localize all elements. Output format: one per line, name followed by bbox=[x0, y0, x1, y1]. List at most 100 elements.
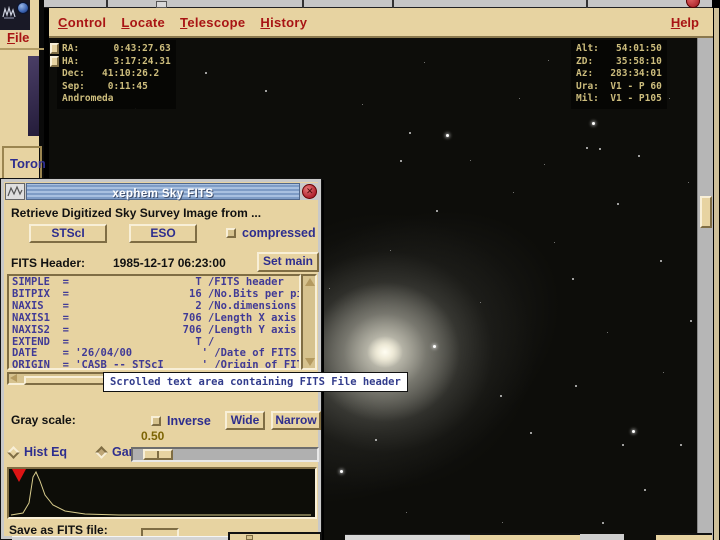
scroll-gadget[interactable] bbox=[50, 56, 59, 67]
star bbox=[644, 489, 646, 491]
star bbox=[362, 104, 363, 105]
main-window-titlebar[interactable] bbox=[44, 0, 712, 8]
star bbox=[502, 522, 503, 523]
star bbox=[607, 332, 608, 333]
gamma-radio[interactable] bbox=[95, 446, 108, 459]
star bbox=[519, 98, 520, 99]
star bbox=[663, 372, 664, 373]
titlebar-divider bbox=[586, 0, 588, 8]
dialog-close-icon[interactable] bbox=[302, 184, 317, 199]
hist-eq-radio[interactable] bbox=[7, 446, 20, 459]
star bbox=[409, 132, 411, 134]
star bbox=[599, 148, 601, 150]
star bbox=[400, 160, 402, 162]
star bbox=[572, 278, 574, 280]
dialog-titlebar[interactable]: xephem Sky FITS bbox=[5, 183, 319, 200]
star bbox=[446, 134, 449, 137]
gamma-slider-value: 0.50 bbox=[141, 429, 164, 443]
retrieve-heading: Retrieve Digitized Sky Survey Image from… bbox=[11, 206, 261, 220]
menu-history[interactable]: History bbox=[260, 15, 307, 30]
fits-header-label: FITS Header: bbox=[11, 256, 85, 270]
bottom-window-fragment bbox=[580, 534, 624, 540]
desktop: File Toron Control Locate Telescope History… bbox=[0, 0, 720, 540]
histogram-plot bbox=[9, 469, 315, 517]
bottom-window-fragment bbox=[228, 532, 322, 540]
save-fits-label: Save as FITS file: bbox=[9, 523, 108, 537]
compressed-checkbox[interactable] bbox=[226, 228, 236, 238]
star bbox=[586, 147, 588, 149]
wide-button[interactable]: Wide bbox=[225, 411, 265, 430]
star bbox=[632, 430, 635, 433]
histogram-curve bbox=[11, 472, 311, 515]
menu-locate[interactable]: Locate bbox=[121, 15, 165, 30]
compressed-label[interactable]: compressed bbox=[242, 226, 316, 240]
sky-vertical-scrollbar[interactable] bbox=[697, 38, 713, 540]
menu-telescope[interactable]: Telescope bbox=[180, 15, 245, 30]
titlebar-divider bbox=[302, 0, 304, 8]
menu-control[interactable]: Control bbox=[58, 15, 106, 30]
star bbox=[433, 345, 436, 348]
window-border bbox=[714, 8, 719, 540]
star bbox=[680, 444, 682, 446]
histogram-marker-icon[interactable] bbox=[12, 469, 26, 482]
andromeda-core bbox=[367, 336, 403, 368]
star bbox=[575, 385, 577, 387]
scroll-down-icon[interactable] bbox=[305, 358, 315, 366]
star bbox=[690, 320, 692, 322]
star bbox=[500, 395, 502, 397]
dialog-title: xephem Sky FITS bbox=[112, 188, 213, 200]
star bbox=[513, 192, 514, 193]
fits-header-textarea[interactable]: SIMPLE = T /FITS header BITPIX = 16 /No.… bbox=[7, 274, 301, 370]
menubar-items: Control Locate Telescope History bbox=[58, 15, 307, 30]
iconify-icon[interactable] bbox=[156, 1, 167, 8]
file-menu[interactable]: File bbox=[7, 30, 29, 45]
scrollbar-thumb[interactable] bbox=[700, 196, 712, 228]
star bbox=[660, 260, 662, 262]
main-window-close-icon[interactable] bbox=[686, 0, 700, 8]
globe-icon[interactable] bbox=[17, 2, 29, 14]
scroll-left-icon[interactable] bbox=[10, 374, 17, 382]
eso-button[interactable]: ESO bbox=[129, 224, 197, 243]
bottom-window-fragment bbox=[345, 534, 470, 540]
star bbox=[480, 302, 481, 303]
hist-eq-label[interactable]: Hist Eq bbox=[24, 445, 67, 459]
gray-scale-label: Gray scale: bbox=[11, 413, 76, 427]
sky-fits-dialog: xephem Sky FITS Retrieve Digitized Sky S… bbox=[0, 178, 322, 540]
bottom-window-fragment bbox=[656, 533, 712, 540]
bottom-checkbox-fragment bbox=[246, 535, 253, 540]
gamma-slider[interactable] bbox=[131, 447, 319, 462]
titlebar-divider bbox=[106, 0, 108, 8]
star bbox=[688, 182, 689, 183]
dialog-title-area[interactable]: xephem Sky FITS bbox=[26, 183, 300, 200]
fits-header-date: 1985-12-17 06:23:00 bbox=[113, 256, 226, 270]
menu-help[interactable]: Help bbox=[671, 15, 699, 30]
xephem-sketch-icon[interactable] bbox=[2, 6, 16, 20]
toronto-button[interactable]: Toron bbox=[10, 156, 46, 171]
slider-thumb[interactable] bbox=[143, 449, 173, 460]
tooltip: Scrolled text area containing FITS File … bbox=[103, 372, 408, 392]
narrow-button[interactable]: Narrow bbox=[271, 411, 321, 430]
star bbox=[470, 160, 471, 161]
star bbox=[544, 164, 545, 165]
star bbox=[617, 203, 619, 205]
star bbox=[265, 90, 267, 92]
set-main-button[interactable]: Set main bbox=[257, 252, 319, 272]
dialog-menu-icon[interactable] bbox=[5, 183, 25, 200]
scroll-up-icon[interactable] bbox=[305, 278, 315, 286]
inverse-label[interactable]: Inverse bbox=[167, 414, 211, 428]
star bbox=[205, 72, 207, 74]
stsci-button[interactable]: STScI bbox=[29, 224, 107, 243]
bottom-window-fragment bbox=[12, 536, 230, 540]
wm-corner-icons bbox=[0, 0, 30, 30]
scroll-gadget[interactable] bbox=[50, 43, 59, 54]
bottom-window-fragment bbox=[470, 533, 580, 540]
star bbox=[406, 512, 407, 513]
coordinates-readout-right: Alt: 54:01:50 ZD: 35:58:10 Az: 283:34:01… bbox=[571, 40, 667, 109]
star bbox=[340, 470, 343, 473]
fits-vertical-scrollbar[interactable] bbox=[301, 274, 317, 370]
star bbox=[436, 210, 438, 212]
star bbox=[638, 155, 640, 157]
inverse-checkbox[interactable] bbox=[151, 416, 161, 426]
star bbox=[554, 242, 555, 243]
star bbox=[329, 288, 330, 289]
